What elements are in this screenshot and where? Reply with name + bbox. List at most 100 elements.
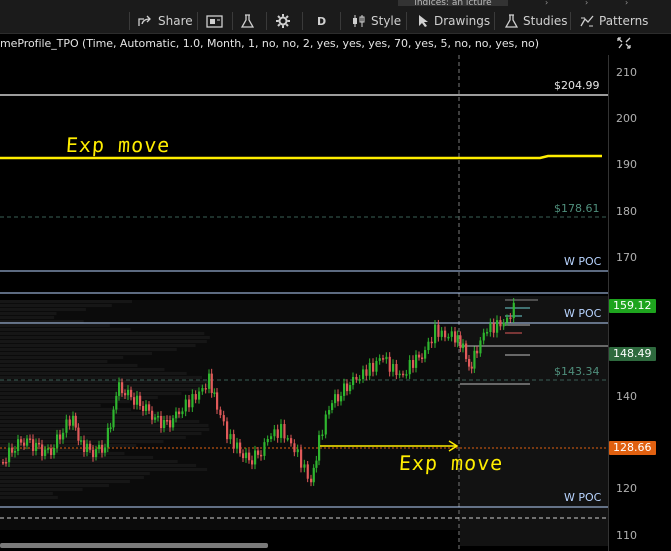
candle-body (154, 417, 157, 420)
candle-body (462, 343, 465, 349)
candle-body (142, 405, 145, 411)
aggregation-label: D (317, 14, 327, 28)
candle-body (213, 392, 216, 394)
candle-body (280, 424, 283, 438)
candle-body (188, 399, 191, 408)
candle-body (296, 449, 299, 453)
candle-body (121, 382, 124, 394)
candle-body (482, 332, 485, 341)
share-label: Share (158, 14, 193, 28)
candle-body (378, 358, 381, 361)
wpoc-label-2: W POC (564, 307, 602, 320)
studies-label: Studies (523, 14, 568, 28)
candle-body (276, 429, 279, 438)
window-tab[interactable]: indices: an icture (398, 0, 508, 6)
candle-body (175, 411, 178, 419)
candle-body (395, 364, 398, 376)
tpo-bar (0, 476, 144, 479)
toolbar-separator (129, 12, 130, 30)
candle-body (486, 331, 489, 334)
candle-body (254, 450, 257, 465)
style-button[interactable]: Style (352, 11, 401, 31)
candle-body (499, 320, 502, 327)
share-button[interactable]: Share (138, 11, 193, 31)
candle-body (204, 388, 207, 390)
annotation-exp-move-bottom[interactable]: Exp move (398, 451, 504, 475)
candle-body (375, 360, 378, 372)
patterns-icon (580, 15, 594, 27)
collapse-icon[interactable] (616, 36, 632, 50)
axis-tick: 210 (616, 66, 637, 79)
candle-body (201, 388, 204, 392)
candle-body (492, 323, 495, 333)
candle-body (427, 341, 430, 351)
candle-body (41, 444, 44, 456)
annotation-exp-move-top[interactable]: Exp move (65, 133, 171, 157)
tpo-bar (0, 424, 209, 427)
candle-body (139, 395, 142, 406)
candle-body (109, 427, 112, 429)
toolbar-separator (232, 12, 233, 30)
axis-tick: 180 (616, 205, 637, 218)
drawings-label: Drawings (434, 14, 491, 28)
tpo-bar (0, 384, 209, 387)
snapshot-button[interactable] (206, 11, 223, 31)
candle-body (512, 302, 515, 319)
orange-price-badge: 128.66 (609, 441, 656, 455)
tpo-bar (0, 392, 182, 395)
candle-body (388, 356, 391, 372)
candle-body (358, 379, 361, 381)
tpo-bar (0, 444, 137, 447)
candle-body (232, 434, 235, 449)
bid-price-badge: 148.49 (609, 347, 656, 361)
horizontal-scrollbar[interactable] (0, 543, 268, 548)
candle-body (362, 369, 365, 380)
candle-body (473, 350, 476, 369)
candle-body (145, 404, 148, 411)
candle-body (402, 373, 405, 376)
tpo-bar (0, 492, 53, 495)
candle-body (83, 440, 86, 452)
settings-button[interactable] (276, 11, 290, 31)
study-label[interactable]: meProfile_TPO (Time, Automatic, 1.0, Mon… (0, 37, 539, 50)
axis-tick: 140 (616, 390, 637, 403)
candle-body (44, 449, 47, 456)
tpo-bar (0, 304, 112, 307)
candle-body (53, 447, 56, 455)
candle-body (465, 343, 468, 360)
candle-body (340, 395, 343, 402)
candle-body (219, 409, 222, 416)
wpoc-label-1: W POC (564, 255, 602, 268)
tpo-bar (0, 464, 197, 467)
drawings-button[interactable]: Drawings (418, 11, 490, 31)
candle-body (106, 427, 109, 448)
toolbar-separator (197, 12, 198, 30)
candle-body (62, 432, 65, 440)
studies-button[interactable]: Studies (505, 11, 568, 31)
candle-body (349, 385, 352, 392)
candle-body (496, 320, 499, 333)
candle-body (315, 460, 318, 468)
candle-body (506, 317, 509, 323)
candle-body (424, 350, 427, 359)
candle-body (127, 389, 130, 396)
axis-tick: 190 (616, 158, 637, 171)
candle-body (476, 350, 479, 354)
aggregation-button[interactable]: D (317, 11, 326, 31)
candle-body (412, 360, 415, 368)
candle-body (92, 449, 95, 458)
candle-body (300, 449, 303, 468)
tpo-bar (0, 484, 109, 487)
toolbar-arrows[interactable]: › › › (545, 0, 665, 7)
patterns-button[interactable]: Patterns (580, 11, 648, 31)
flask-button[interactable] (241, 11, 254, 31)
candle-body (23, 442, 26, 446)
candle-style-icon (353, 15, 365, 27)
candle-body (72, 415, 75, 426)
candle-body (191, 394, 194, 408)
candle-body (346, 383, 349, 392)
candle-body (408, 360, 411, 375)
candle-body (239, 442, 242, 454)
tpo-bar (0, 472, 150, 475)
candle-body (263, 442, 266, 456)
